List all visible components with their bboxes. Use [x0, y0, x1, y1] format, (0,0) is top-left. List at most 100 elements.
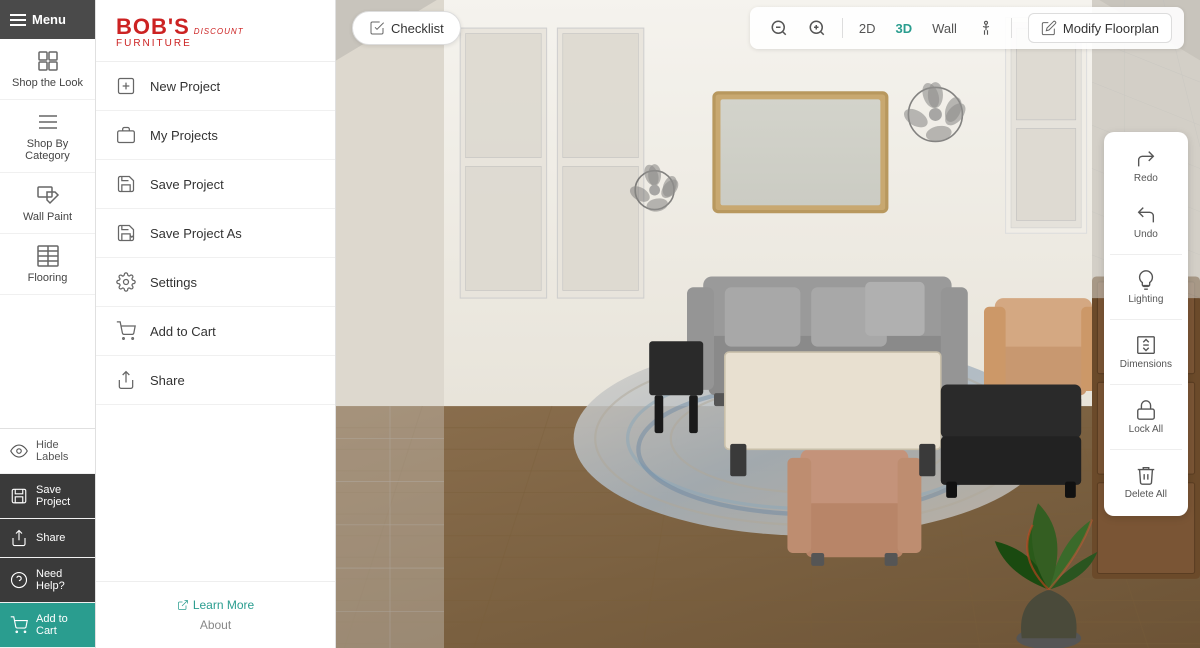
redo-icon: [1135, 148, 1157, 170]
main-canvas-area: Checklist 2D 3D Wall: [336, 0, 1200, 648]
view-wall-button[interactable]: Wall: [924, 17, 965, 40]
view-3d-label: 3D: [895, 21, 912, 36]
zoom-out-button[interactable]: [762, 15, 796, 41]
menu-item-new-project-label: New Project: [150, 79, 220, 94]
menu-item-add-to-cart[interactable]: Add to Cart: [96, 307, 335, 356]
delete-all-button[interactable]: Delete All: [1110, 456, 1182, 508]
room-canvas[interactable]: [336, 0, 1200, 648]
undo-button[interactable]: Undo: [1110, 196, 1182, 248]
menu-item-save-project-as[interactable]: Save Project As: [96, 209, 335, 258]
dimensions-label: Dimensions: [1120, 359, 1172, 370]
shop-category-icon: [36, 110, 60, 134]
hamburger-icon: [10, 14, 26, 26]
share-icon: [10, 529, 28, 547]
sidebar-item-shop-category-label: Shop By Category: [5, 138, 90, 162]
dropdown-panel: BOB'S DISCOUNT FURNITURE New Project My …: [96, 0, 336, 648]
redo-button[interactable]: Redo: [1110, 140, 1182, 192]
view-3d-button[interactable]: 3D: [887, 17, 920, 40]
menu-item-save-project-as-label: Save Project As: [150, 226, 242, 241]
save-project-icon: [116, 174, 136, 194]
redo-label: Redo: [1134, 173, 1158, 184]
sidebar-item-shop-category[interactable]: Shop By Category: [0, 100, 95, 173]
settings-icon: [116, 272, 136, 292]
save-icon: [10, 487, 28, 505]
logo-area: BOB'S DISCOUNT FURNITURE: [96, 0, 335, 62]
view-person-button[interactable]: [969, 15, 1003, 41]
checklist-button[interactable]: Checklist: [352, 11, 461, 45]
view-2d-button[interactable]: 2D: [851, 17, 884, 40]
sidebar-item-wall-paint[interactable]: Wall Paint: [0, 173, 95, 234]
zoom-in-button[interactable]: [800, 15, 834, 41]
modify-floorplan-button[interactable]: Modify Floorplan: [1028, 13, 1172, 43]
menu-footer: Learn More About: [96, 581, 335, 648]
need-help-button[interactable]: Need Help?: [0, 558, 95, 603]
sidebar-item-shop-look-label: Shop the Look: [12, 77, 83, 89]
learn-more-link[interactable]: Learn More: [116, 598, 315, 612]
flooring-icon: [36, 244, 60, 268]
share-bottom-label: Share: [36, 532, 65, 544]
menu-item-settings[interactable]: Settings: [96, 258, 335, 307]
zoom-in-icon: [808, 19, 826, 37]
logo-sub: FURNITURE: [116, 38, 315, 49]
menu-item-add-to-cart-label: Add to Cart: [150, 324, 216, 339]
help-icon: [10, 571, 28, 589]
lock-all-label: Lock All: [1129, 424, 1163, 435]
lock-all-icon: [1135, 399, 1157, 421]
learn-more-label: Learn More: [193, 598, 254, 612]
toolbar-left: Checklist: [352, 11, 461, 45]
menu-item-my-projects[interactable]: My Projects: [96, 111, 335, 160]
dimensions-button[interactable]: Dimensions: [1110, 326, 1182, 378]
checklist-icon: [369, 20, 385, 36]
menu-item-save-project-label: Save Project: [150, 177, 224, 192]
need-help-label: Need Help?: [36, 568, 85, 592]
menu-item-share-label: Share: [150, 373, 185, 388]
eye-icon: [10, 442, 28, 460]
cart-menu-icon: [116, 321, 136, 341]
menu-item-new-project[interactable]: New Project: [96, 62, 335, 111]
external-link-icon: [177, 599, 189, 611]
view-2d-label: 2D: [859, 21, 876, 36]
share-menu-icon: [116, 370, 136, 390]
toolbar-right: 2D 3D Wall Modify Floorplan: [750, 7, 1184, 49]
cart-icon: [10, 616, 28, 634]
save-project-bottom-label: Save Project: [36, 484, 85, 508]
delete-all-label: Delete All: [1125, 489, 1167, 500]
view-wall-label: Wall: [932, 21, 957, 36]
person-icon: [977, 19, 995, 37]
menu-item-settings-label: Settings: [150, 275, 197, 290]
menu-button[interactable]: Menu: [0, 0, 95, 39]
modify-floorplan-label: Modify Floorplan: [1063, 21, 1159, 36]
sidebar-item-flooring[interactable]: Flooring: [0, 234, 95, 295]
top-toolbar: Checklist 2D 3D Wall: [336, 0, 1200, 56]
logo-brand: BOB'S: [116, 16, 190, 38]
about-text: About: [116, 618, 315, 632]
lighting-label: Lighting: [1128, 294, 1163, 305]
logo-discount: DISCOUNT: [194, 27, 244, 36]
save-project-bottom-button[interactable]: Save Project: [0, 474, 95, 519]
hide-labels-label: Hide Labels: [36, 439, 85, 463]
undo-icon: [1135, 204, 1157, 226]
save-as-icon: [116, 223, 136, 243]
hide-labels-button[interactable]: Hide Labels: [0, 429, 95, 474]
menu-label: Menu: [32, 12, 66, 27]
wall-paint-icon: [36, 183, 60, 207]
new-project-icon: [116, 76, 136, 96]
menu-item-share[interactable]: Share: [96, 356, 335, 405]
dimensions-icon: [1135, 334, 1157, 356]
lighting-button[interactable]: Lighting: [1110, 261, 1182, 313]
checklist-label: Checklist: [391, 21, 444, 36]
sidebar-item-flooring-label: Flooring: [28, 272, 68, 284]
share-bottom-button[interactable]: Share: [0, 519, 95, 558]
lock-all-button[interactable]: Lock All: [1110, 391, 1182, 443]
delete-all-icon: [1135, 464, 1157, 486]
sidebar-item-shop-look[interactable]: Shop the Look: [0, 39, 95, 100]
undo-label: Undo: [1134, 229, 1158, 240]
sidebar-bottom: Hide Labels Save Project Share Need Help…: [0, 428, 95, 648]
modify-icon: [1041, 20, 1057, 36]
zoom-out-icon: [770, 19, 788, 37]
sidebar-item-wall-paint-label: Wall Paint: [23, 211, 72, 223]
menu-item-save-project[interactable]: Save Project: [96, 160, 335, 209]
add-to-cart-button[interactable]: Add to Cart: [0, 603, 95, 648]
my-projects-icon: [116, 125, 136, 145]
shop-look-icon: [36, 49, 60, 73]
